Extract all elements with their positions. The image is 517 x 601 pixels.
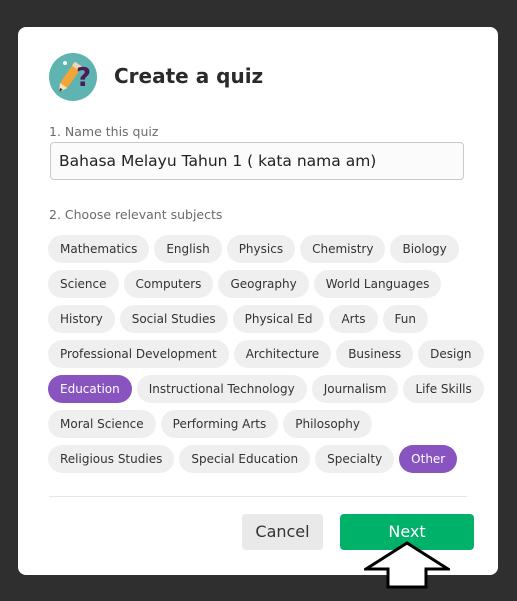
subject-chip[interactable]: English: [154, 235, 222, 263]
name-label: 1. Name this quiz: [49, 124, 159, 139]
subject-chip[interactable]: Journalism: [311, 375, 399, 403]
subject-chip[interactable]: Fun: [382, 305, 429, 333]
subject-chip[interactable]: Professional Development: [48, 340, 229, 368]
create-quiz-dialog: ? Create a quiz 1. Name this quiz 2. Cho…: [18, 27, 498, 575]
subject-chip[interactable]: History: [48, 305, 115, 333]
subject-chip-row: Religious Studies Special Education Specia…: [48, 445, 468, 473]
subject-chip[interactable]: Biology: [390, 235, 459, 263]
subject-chip[interactable]: Moral Science: [48, 410, 156, 438]
subject-chip[interactable]: Architecture: [233, 340, 332, 368]
subject-chip[interactable]: World Languages: [313, 270, 442, 298]
subject-chip[interactable]: Performing Arts: [160, 410, 279, 438]
subject-chip[interactable]: Instructional Technology: [136, 375, 307, 403]
subject-chip[interactable]: Education: [48, 375, 132, 403]
subject-chip[interactable]: Arts: [329, 305, 378, 333]
subject-chip[interactable]: Computers: [123, 270, 214, 298]
subject-chip[interactable]: Mathematics: [48, 235, 150, 263]
subject-chip-row: History Social Studies Physical Ed Arts Fun: [48, 305, 468, 333]
subject-chip-row: Mathematics English Physics Chemistry Biolog…: [48, 235, 468, 263]
divider: [49, 496, 467, 497]
subject-chip[interactable]: Geography: [218, 270, 309, 298]
svg-text:?: ?: [76, 63, 91, 93]
subject-chip[interactable]: Physics: [226, 235, 296, 263]
subject-chip-row: Moral Science Performing Arts Philosophy: [48, 410, 468, 438]
subject-chip[interactable]: Design: [418, 340, 484, 368]
quiz-name-input[interactable]: [50, 142, 464, 180]
subject-chip[interactable]: Specialty: [315, 445, 395, 473]
subjects-label: 2. Choose relevant subjects: [49, 207, 223, 222]
subject-chip[interactable]: Life Skills: [403, 375, 484, 403]
subject-chip[interactable]: Special Education: [179, 445, 311, 473]
subject-chip-list: Mathematics English Physics Chemistry Biolog…: [48, 235, 484, 480]
subject-chip[interactable]: Religious Studies: [48, 445, 175, 473]
dialog-title: Create a quiz: [114, 64, 264, 88]
subject-chip[interactable]: Other: [399, 445, 458, 473]
cancel-button[interactable]: Cancel: [242, 514, 323, 550]
subject-chip[interactable]: Philosophy: [283, 410, 373, 438]
arrow-up-cursor-icon: [364, 541, 450, 589]
quiz-logo-icon: ?: [49, 53, 97, 101]
subject-chip-row: Science Computers Geography World Languages: [48, 270, 468, 298]
subject-chip-row: Education Instructional Technology Journal…: [48, 375, 484, 403]
subject-chip[interactable]: Social Studies: [119, 305, 228, 333]
subject-chip[interactable]: Physical Ed: [232, 305, 325, 333]
subject-chip[interactable]: Chemistry: [300, 235, 386, 263]
subject-chip-row: Professional Development Architecture Busi…: [48, 340, 484, 368]
subject-chip[interactable]: Science: [48, 270, 119, 298]
subject-chip[interactable]: Business: [336, 340, 414, 368]
